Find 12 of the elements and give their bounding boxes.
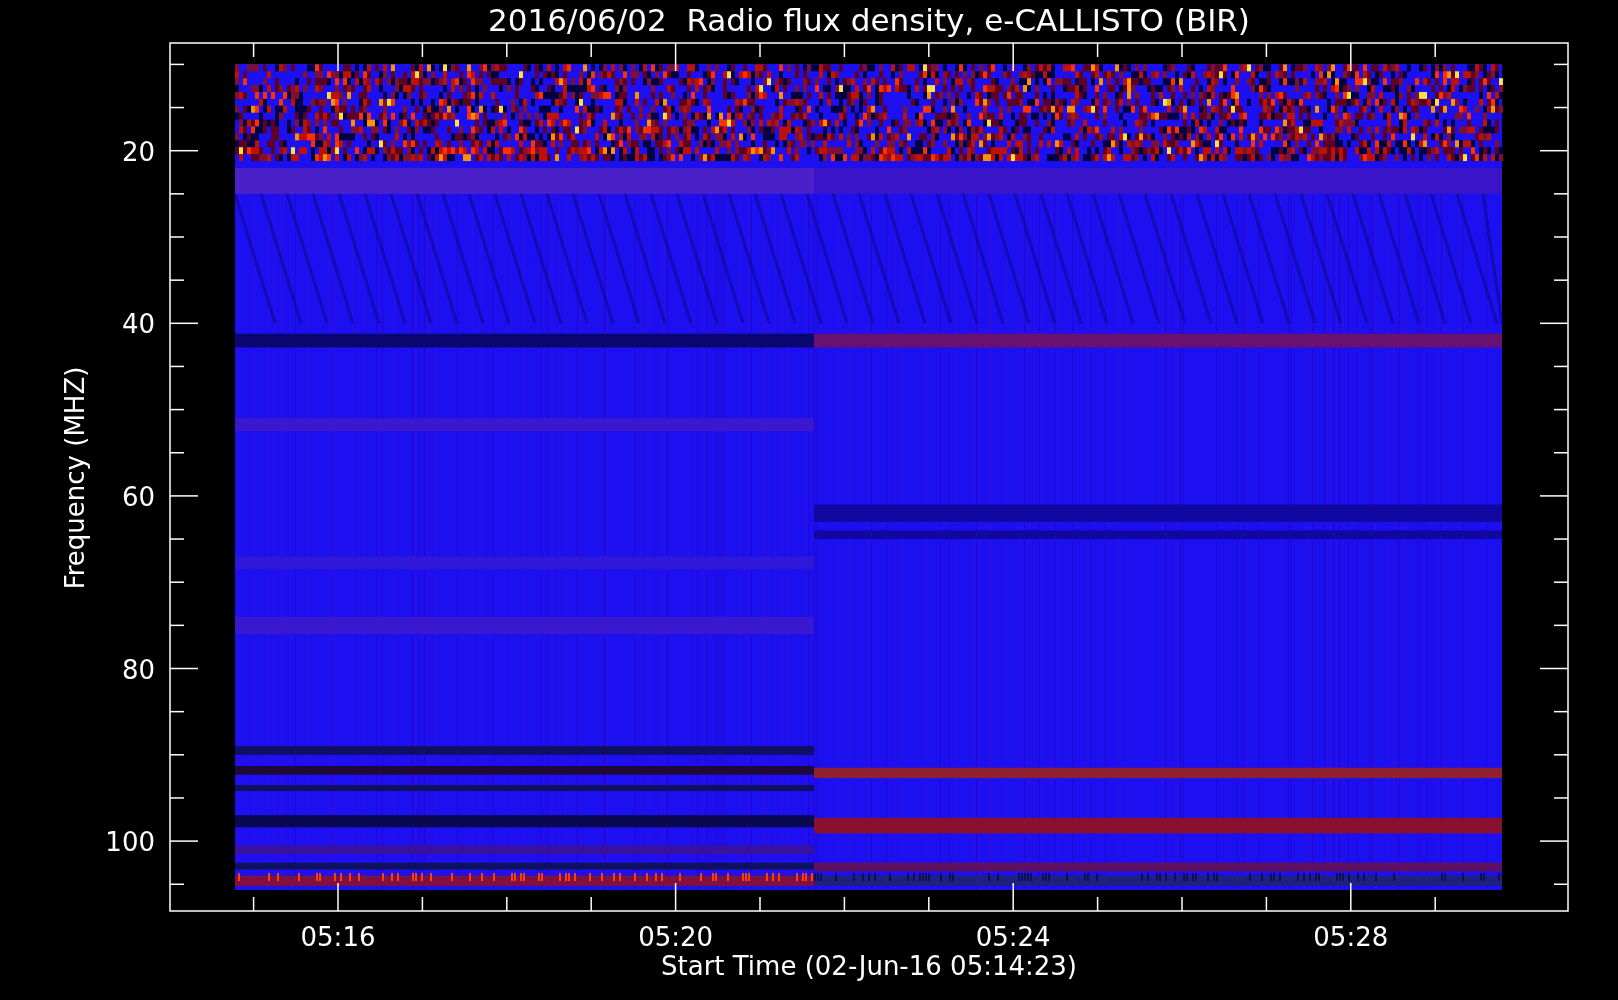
x-axis-label: Start Time (02-Jun-16 05:14:23) [661,951,1077,981]
x-tick-label: 05:28 [1313,922,1389,952]
y-tick-label: 20 [121,136,155,167]
x-tick-label: 05:16 [300,922,376,952]
y-tick-label: 80 [121,654,155,685]
chart-title: 2016/06/02 Radio flux density, e-CALLISTO (BIR) [488,2,1250,38]
y-axis-label: Frequency (MHZ) [60,366,90,590]
x-tick-label: 05:20 [638,922,714,952]
x-tick-label: 05:24 [975,922,1051,952]
y-tick-label: 100 [105,827,155,858]
y-tick-label: 40 [121,309,155,340]
y-tick-label: 60 [121,481,155,512]
